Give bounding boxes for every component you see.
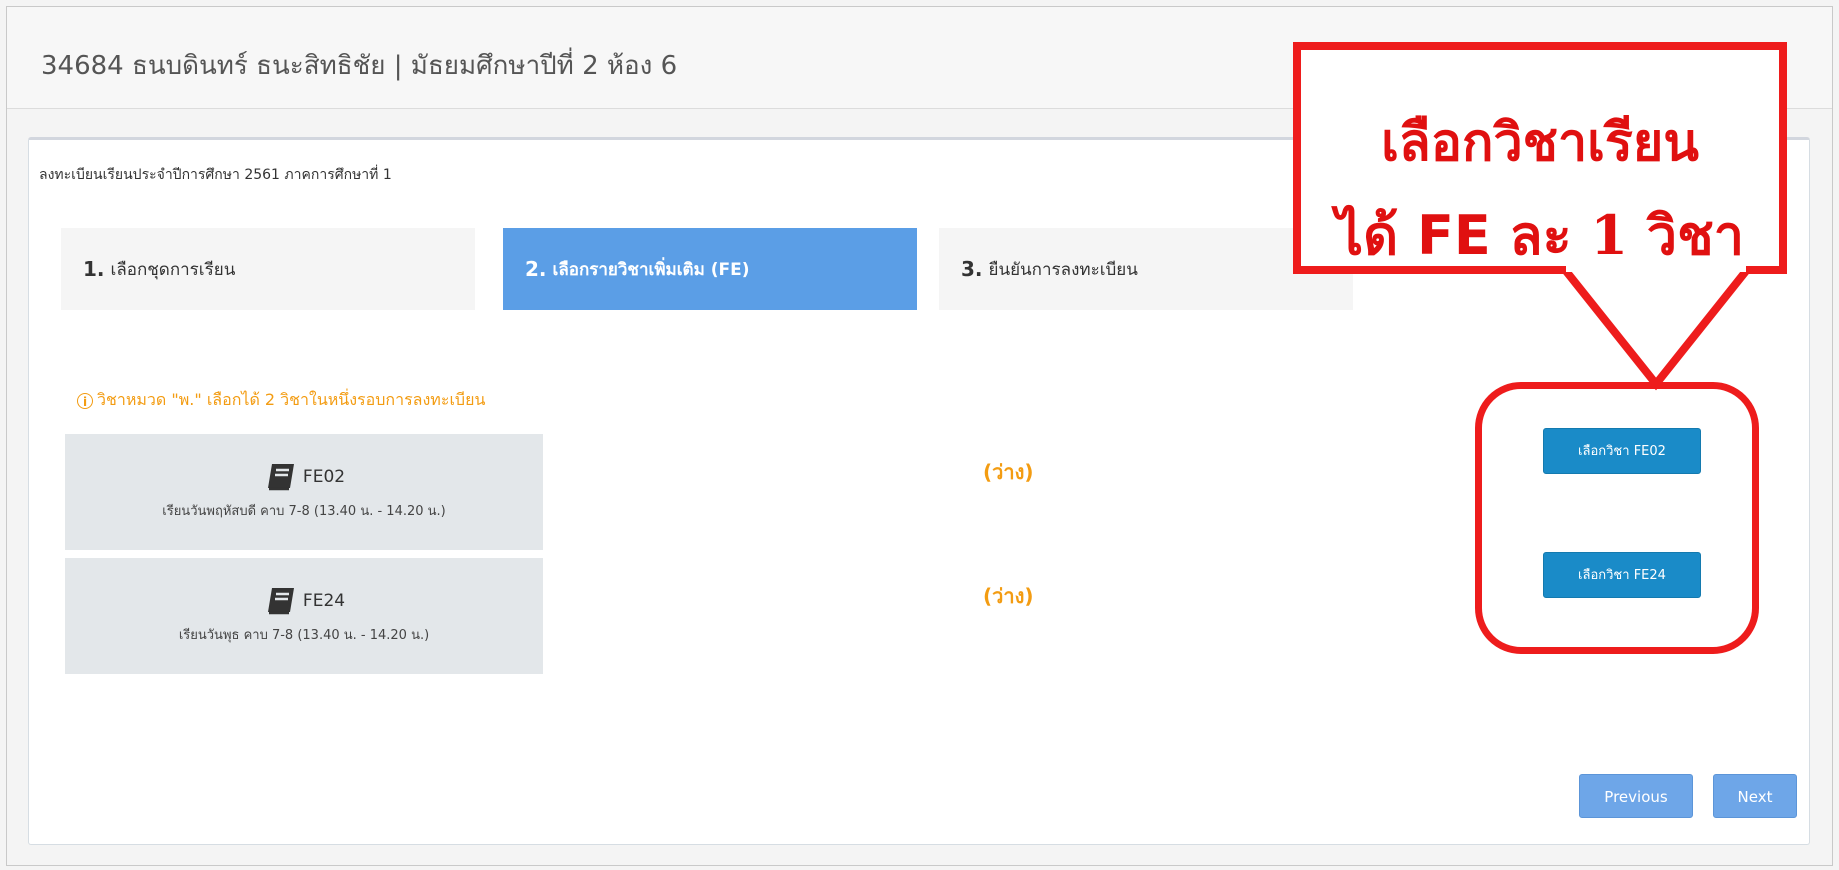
warning-text: วิชาหมวด "พ." เลือกได้ 2 วิชาในหนึ่งรอบก…	[97, 390, 486, 409]
course-card-fe02: FE02 เรียนวันพฤหัสบดี คาบ 7-8 (13.40 น. …	[65, 434, 543, 550]
course-status: (ว่าง)	[983, 460, 1034, 484]
course-code: FE02	[302, 467, 346, 487]
category-warning: i วิชาหมวด "พ." เลือกได้ 2 วิชาในหนึ่งรอ…	[77, 388, 485, 413]
annotation-line2-post: ละ 1 วิชา	[1490, 203, 1745, 267]
annotation-line1: เลือกวิชาเรียน	[1381, 112, 1699, 173]
step-label: เลือกชุดการเรียน	[110, 259, 236, 280]
course-card-fe24: FE24 เรียนวันพุธ คาบ 7-8 (13.40 น. - 14.…	[65, 558, 543, 674]
course-schedule: เรียนวันพฤหัสบดี คาบ 7-8 (13.40 น. - 14.…	[162, 504, 446, 519]
step-confirm[interactable]: 3. ยืนยันการลงทะเบียน	[939, 228, 1353, 310]
student-title: 34684 ธนบดินทร์ ธนะสิทธิชัย | มัธยมศึกษา…	[41, 51, 678, 81]
info-circle-icon: i	[77, 392, 93, 409]
next-button[interactable]: Next	[1713, 774, 1797, 818]
step-select-program[interactable]: 1. เลือกชุดการเรียน	[61, 228, 475, 310]
course-code: FE24	[302, 591, 346, 611]
button-highlight-ring	[1475, 382, 1759, 654]
annotation-line2-pre: ได้	[1335, 203, 1417, 267]
previous-button[interactable]: Previous	[1579, 774, 1693, 818]
step-label: ยืนยันการลงทะเบียน	[988, 259, 1138, 280]
book-icon	[267, 464, 294, 491]
book-icon	[267, 588, 294, 615]
step-number: 2.	[525, 257, 547, 281]
step-label: เลือกรายวิชาเพิ่มเติม (FE)	[552, 259, 750, 280]
course-schedule: เรียนวันพุธ คาบ 7-8 (13.40 น. - 14.20 น.…	[178, 628, 430, 643]
step-number: 1.	[83, 257, 105, 281]
panel-title: ลงทะเบียนเรียนประจำปีการศึกษา 2561 ภาคกา…	[39, 167, 392, 183]
step-select-fe[interactable]: 2. เลือกรายวิชาเพิ่มเติม (FE)	[503, 228, 917, 310]
callout-arrow-icon	[1558, 266, 1754, 391]
step-number: 3.	[961, 257, 983, 281]
annotation-callout: เลือกวิชาเรียน ได้ FE ละ 1 วิชา	[1293, 42, 1787, 274]
annotation-line2-fe: FE	[1416, 204, 1491, 267]
course-status: (ว่าง)	[983, 584, 1034, 608]
